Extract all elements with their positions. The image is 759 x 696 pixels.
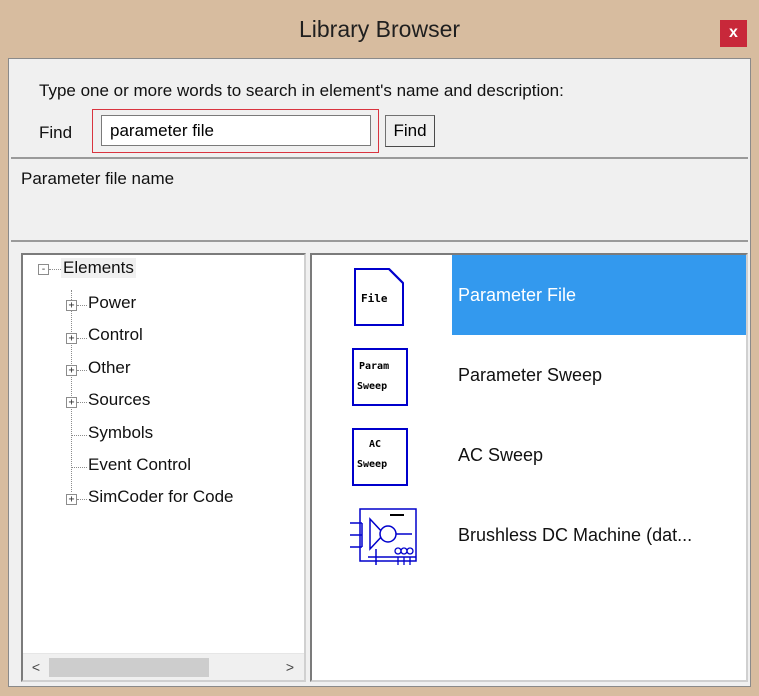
tree-guide-line [72,467,87,468]
scrollbar-thumb[interactable] [49,658,209,677]
expand-icon[interactable]: + [66,365,77,376]
tree-item-sources[interactable]: Sources [88,390,150,410]
tree-root-elements[interactable]: Elements [61,258,136,278]
tree-guide-line [77,305,87,306]
search-input[interactable] [101,115,371,146]
icon-text: AC [369,439,381,450]
expand-icon[interactable]: + [66,300,77,311]
tree-guide-line [77,402,87,403]
list-item-parameter-sweep[interactable]: Param Sweep Parameter Sweep [312,335,746,415]
client-area: Type one or more words to search in elem… [8,58,751,687]
list-item-parameter-file[interactable]: File Parameter File [312,255,746,335]
window-title: Library Browser [298,16,461,42]
tree-item-symbols[interactable]: Symbols [88,423,153,443]
results-list[interactable]: File Parameter File Param Sweep Paramete… [310,253,748,682]
list-item-brushless-dc-machine[interactable]: Brushless DC Machine (dat... [312,495,746,575]
description-panel: Parameter file name [11,157,748,242]
search-instruction: Type one or more words to search in elem… [39,81,564,100]
title-bar[interactable]: Library Browser x [0,0,759,66]
element-tree[interactable]: - Elements + Power + Control + Other + S… [21,253,306,682]
collapse-icon[interactable]: - [38,264,49,275]
icon-text: File [361,292,388,305]
icon-text: Sweep [357,459,387,470]
item-label: Brushless DC Machine (dat... [458,525,693,545]
list-item-ac-sweep[interactable]: AC Sweep AC Sweep [312,415,746,495]
icon-text: Sweep [357,381,387,392]
close-button[interactable]: x [720,20,747,47]
tree-item-other[interactable]: Other [88,358,131,378]
item-label: Parameter Sweep [458,365,603,385]
expand-icon[interactable]: + [66,494,77,505]
tree-item-control[interactable]: Control [88,325,143,345]
tree-guide-line [77,370,87,371]
scroll-right-button[interactable]: > [280,657,300,677]
tree-item-event-control[interactable]: Event Control [88,455,191,475]
element-description: Parameter file name [21,169,175,188]
tree-guide-line [77,338,87,339]
scroll-left-button[interactable]: < [26,657,46,677]
expand-icon[interactable]: + [66,397,77,408]
parameter-file-icon: File [354,268,404,326]
item-label: Parameter File [452,255,746,335]
search-panel: Type one or more words to search in elem… [9,59,750,157]
icon-text: Param [359,361,389,372]
find-button[interactable]: Find [385,115,435,147]
library-browser-window: Library Browser x Type one or more words… [0,0,759,696]
parameter-sweep-icon: Param Sweep [352,348,408,406]
close-icon: x [729,24,738,41]
tree-guide-line [77,499,87,500]
ac-sweep-icon: AC Sweep [352,428,408,486]
item-label: AC Sweep [458,445,544,465]
tree-guide-line [72,435,87,436]
tree-item-simcoder[interactable]: SimCoder for Code [88,487,234,507]
horizontal-scrollbar[interactable]: < > [23,653,304,680]
expand-icon[interactable]: + [66,333,77,344]
tree-item-power[interactable]: Power [88,293,136,313]
tree-guide-line [71,290,72,492]
find-label: Find [39,123,73,142]
brushless-dc-machine-icon [350,508,417,565]
